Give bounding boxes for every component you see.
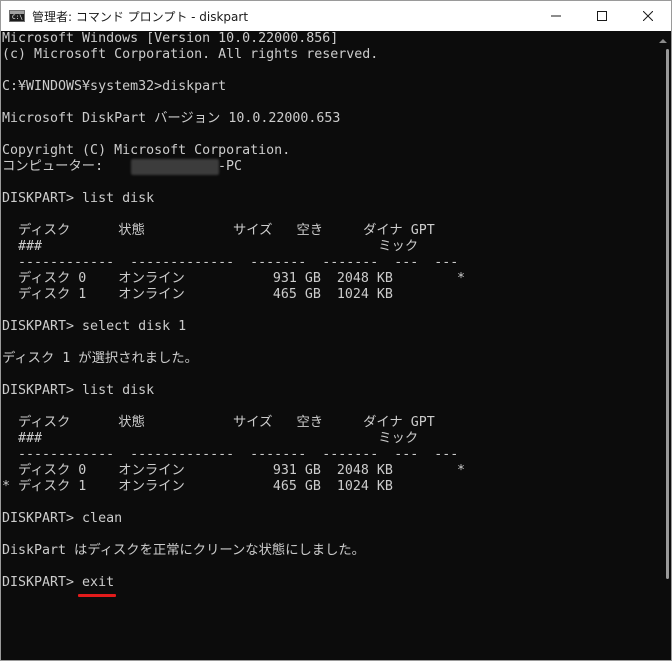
table-header: ### ミック	[2, 431, 419, 446]
console-line: DISKPART> exit	[2, 575, 115, 590]
scrollbar-thumb[interactable]	[666, 49, 669, 579]
console-line: C:¥WINDOWS¥system32>diskpart	[2, 79, 227, 94]
table-row: ディスク 1 オンライン 465 GB 1024 KB	[2, 287, 393, 302]
console-line: Microsoft DiskPart バージョン 10.0.22000.653	[2, 111, 341, 126]
console-line: DISKPART> select disk 1	[2, 319, 187, 334]
console-line: Microsoft Windows [Version 10.0.22000.85…	[2, 31, 339, 46]
title-bar[interactable]: C:\ 管理者: コマンド プロンプト - diskpart	[1, 1, 671, 31]
cmd-app-icon[interactable]: C:\	[9, 10, 25, 22]
console-line: Copyright (C) Microsoft Corporation.	[2, 143, 291, 158]
vertical-scrollbar[interactable]	[655, 31, 671, 660]
table-header: ディスク 状態 サイズ 空き ダイナ GPT	[2, 223, 435, 238]
close-icon	[643, 11, 653, 21]
redacted-computer-name	[131, 159, 219, 175]
table-separator: ------------ ------------- ------- -----…	[2, 447, 459, 462]
console-line: ディスク 1 が選択されました。	[2, 351, 198, 366]
table-separator: ------------ ------------- ------- -----…	[2, 255, 459, 270]
minimize-button[interactable]	[533, 1, 579, 31]
minimize-icon	[551, 15, 561, 17]
maximize-icon	[597, 11, 607, 21]
table-row: * ディスク 1 オンライン 465 GB 1024 KB	[2, 479, 393, 494]
console-line: DiskPart はディスクを正常にクリーンな状態にしました。	[2, 543, 365, 558]
table-header: ディスク 状態 サイズ 空き ダイナ GPT	[2, 415, 435, 430]
console-line: DISKPART> list disk	[2, 383, 155, 398]
console-line: コンピューター:	[2, 159, 104, 174]
close-button[interactable]	[625, 1, 671, 31]
console-output[interactable]: Microsoft Windows [Version 10.0.22000.85…	[1, 31, 655, 660]
table-row: ディスク 0 オンライン 931 GB 2048 KB *	[2, 463, 465, 478]
scroll-up-arrow-icon[interactable]	[659, 39, 667, 43]
table-row: ディスク 0 オンライン 931 GB 2048 KB *	[2, 271, 465, 286]
exit-command-underline	[78, 594, 116, 597]
console-line: DISKPART> clean	[2, 511, 123, 526]
maximize-button[interactable]	[579, 1, 625, 31]
cmd-icon-label: C:\	[12, 14, 23, 21]
table-header: ### ミック	[2, 239, 419, 254]
console-line: (c) Microsoft Corporation. All rights re…	[2, 47, 379, 62]
command-prompt-window: C:\ 管理者: コマンド プロンプト - diskpart Microsoft…	[0, 0, 672, 661]
pc-name-suffix: -PC	[218, 159, 243, 174]
console-line: DISKPART> list disk	[2, 191, 155, 206]
window-controls	[533, 1, 671, 31]
window-title: 管理者: コマンド プロンプト - diskpart	[32, 9, 249, 24]
